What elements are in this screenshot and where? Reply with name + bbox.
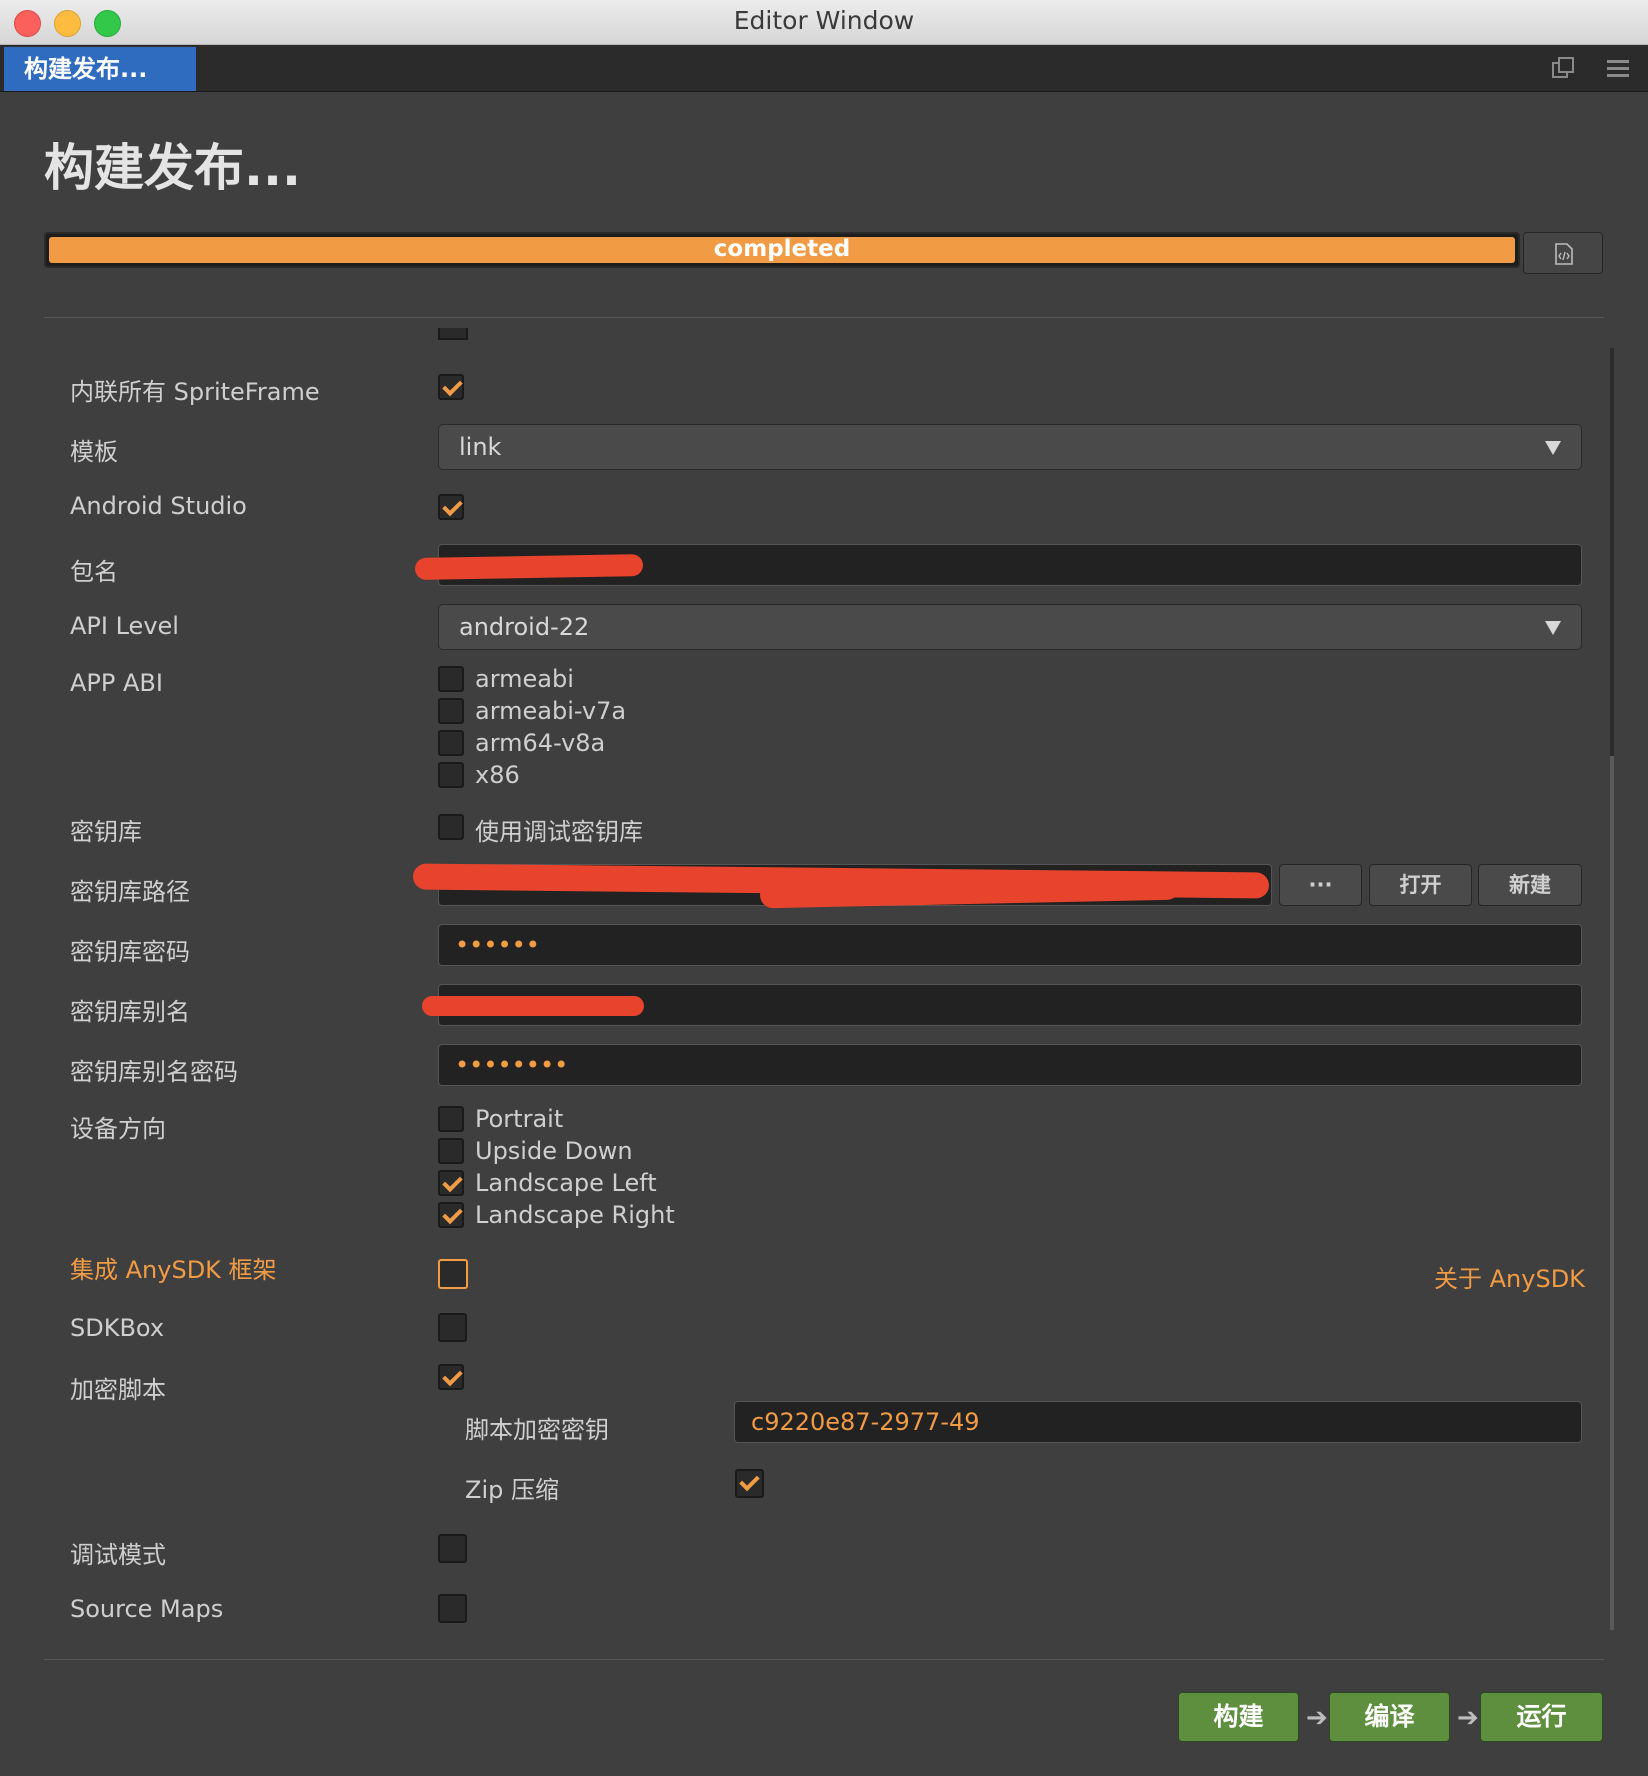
app-abi-label: APP ABI xyxy=(70,669,163,697)
api-level-select[interactable]: android-22 xyxy=(438,604,1582,650)
landscape-right-checkbox[interactable] xyxy=(438,1202,464,1228)
sdkbox-checkbox[interactable] xyxy=(438,1313,467,1342)
browse-keystore-button[interactable]: ··· xyxy=(1279,864,1362,906)
template-value: link xyxy=(459,433,502,461)
open-keystore-button[interactable]: 打开 xyxy=(1369,864,1472,906)
anysdk-checkbox[interactable] xyxy=(438,1259,468,1289)
page-title: 构建发布... xyxy=(44,139,301,197)
use-debug-keystore-label: 使用调试密钥库 xyxy=(475,818,643,846)
abi-arm64-v8a-label: arm64-v8a xyxy=(475,729,606,757)
top-divider xyxy=(44,317,1604,318)
progress-status: completed xyxy=(713,236,851,262)
dropdown-arrow-icon xyxy=(1545,621,1561,635)
inline-spriteframe-label: 内联所有 SpriteFrame xyxy=(70,378,320,406)
menu-icon[interactable] xyxy=(1605,55,1631,81)
source-maps-label: Source Maps xyxy=(70,1595,224,1623)
android-studio-label: Android Studio xyxy=(70,492,247,520)
keystore-password-label: 密钥库密码 xyxy=(70,938,190,966)
scrollbar-thumb[interactable] xyxy=(1610,756,1614,1630)
keystore-label: 密钥库 xyxy=(70,818,142,846)
abi-armeabi-v7a-label: armeabi-v7a xyxy=(475,697,627,725)
file-code-icon xyxy=(1555,243,1573,265)
portrait-checkbox[interactable] xyxy=(438,1106,464,1132)
tab-build-publish[interactable]: 构建发布... xyxy=(4,47,196,91)
debug-mode-checkbox[interactable] xyxy=(438,1534,467,1563)
portrait-label: Portrait xyxy=(475,1105,564,1133)
landscape-left-label: Landscape Left xyxy=(475,1169,657,1197)
abi-armeabi-checkbox[interactable] xyxy=(438,666,464,692)
compile-button[interactable]: 编译 xyxy=(1329,1692,1450,1742)
use-debug-keystore-checkbox[interactable] xyxy=(438,814,464,840)
abi-x86-checkbox[interactable] xyxy=(438,762,464,788)
abi-arm64-v8a-checkbox[interactable] xyxy=(438,730,464,756)
debug-mode-label: 调试模式 xyxy=(70,1541,166,1569)
source-maps-checkbox[interactable] xyxy=(438,1594,467,1623)
orientation-label: 设备方向 xyxy=(70,1115,166,1143)
encrypt-js-checkbox[interactable] xyxy=(438,1364,464,1390)
android-studio-checkbox[interactable] xyxy=(438,494,464,520)
build-progress-bar: completed xyxy=(44,232,1520,268)
bottom-divider xyxy=(44,1659,1604,1660)
redaction-mark xyxy=(422,996,644,1016)
dropdown-arrow-icon xyxy=(1545,441,1561,455)
editor-window: Editor Window 构建发布... 构建发布... completed xyxy=(0,0,1648,1776)
template-select[interactable]: link xyxy=(438,424,1582,470)
landscape-right-label: Landscape Right xyxy=(475,1201,675,1229)
alias-password-label: 密钥库别名密码 xyxy=(70,1058,238,1086)
arrow-right-icon: ➔ xyxy=(1306,1703,1328,1733)
upside-down-label: Upside Down xyxy=(475,1137,633,1165)
abi-armeabi-v7a-checkbox[interactable] xyxy=(438,698,464,724)
window-title: Editor Window xyxy=(733,6,915,35)
inline-spriteframe-checkbox[interactable] xyxy=(438,374,464,400)
arrow-right-icon: ➔ xyxy=(1457,1703,1479,1733)
upside-down-checkbox[interactable] xyxy=(438,1138,464,1164)
anysdk-label: 集成 AnySDK 框架 xyxy=(70,1256,277,1284)
popout-icon[interactable] xyxy=(1550,55,1576,81)
zip-compress-label: Zip 压缩 xyxy=(465,1476,559,1504)
abi-x86-label: x86 xyxy=(475,761,520,789)
tab-bar: 构建发布... xyxy=(0,45,1648,92)
encrypt-js-label: 加密脚本 xyxy=(70,1376,166,1404)
encrypt-key-label: 脚本加密密钥 xyxy=(465,1416,609,1444)
about-anysdk-link[interactable]: 关于 AnySDK xyxy=(1434,1259,1585,1294)
package-name-label: 包名 xyxy=(70,558,118,586)
alias-password-input[interactable]: •••••••• xyxy=(438,1044,1582,1086)
encrypt-key-input[interactable]: c9220e87-2977-49 xyxy=(734,1401,1582,1443)
zip-compress-checkbox[interactable] xyxy=(735,1469,764,1498)
api-level-value: android-22 xyxy=(459,613,590,641)
keystore-path-label: 密钥库路径 xyxy=(70,878,190,906)
build-button[interactable]: 构建 xyxy=(1178,1692,1299,1742)
landscape-left-checkbox[interactable] xyxy=(438,1170,464,1196)
sdkbox-label: SDKBox xyxy=(70,1314,165,1342)
open-log-button[interactable] xyxy=(1523,232,1603,274)
template-label: 模板 xyxy=(70,438,118,466)
api-level-label: API Level xyxy=(70,612,179,640)
abi-armeabi-label: armeabi xyxy=(475,665,574,693)
clipped-checkbox xyxy=(438,328,468,340)
new-keystore-button[interactable]: 新建 xyxy=(1478,864,1582,906)
run-button[interactable]: 运行 xyxy=(1480,1692,1603,1742)
redaction-mark xyxy=(414,554,644,580)
keystore-password-input[interactable]: •••••• xyxy=(438,924,1582,966)
title-bar: Editor Window xyxy=(0,0,1648,45)
keystore-alias-label: 密钥库别名 xyxy=(70,998,190,1026)
scrollbar[interactable] xyxy=(1610,348,1614,1630)
